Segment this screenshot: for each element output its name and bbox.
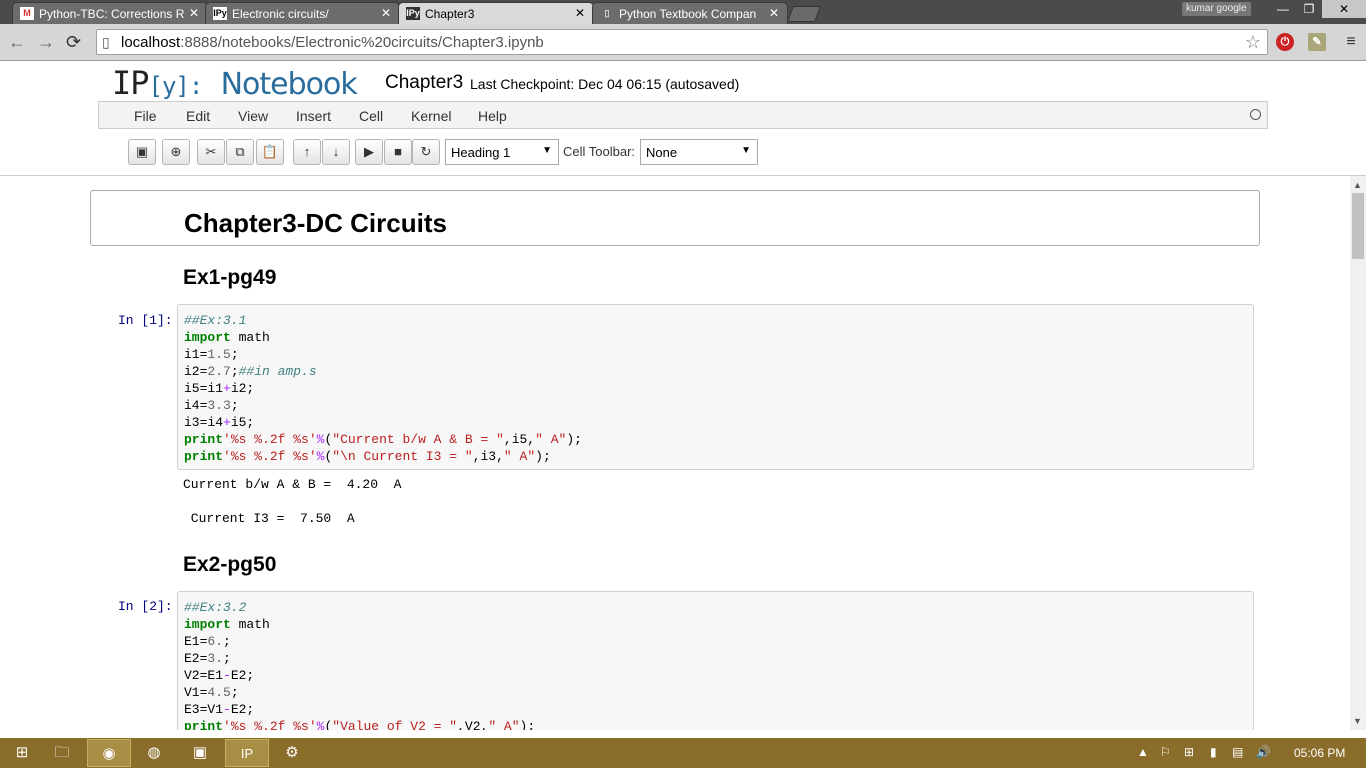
- tab-label: Electronic circuits/: [232, 7, 329, 21]
- scrollbar-thumb[interactable]: [1352, 193, 1364, 259]
- input-prompt: In [1]:: [118, 313, 173, 328]
- cell-type-value: Heading 1: [451, 145, 511, 160]
- firefox-icon[interactable]: ◍: [132, 739, 176, 767]
- reload-icon[interactable]: ⟳: [66, 32, 81, 52]
- kernel-status-icon: [1250, 109, 1261, 120]
- menu-insert[interactable]: Insert: [296, 108, 331, 124]
- copy-icon[interactable]: ⧉: [226, 139, 254, 165]
- output-line: Current b/w A & B = 4.20 A: [183, 477, 402, 492]
- windows-taskbar: ⊞ 🗀 ◉ ◍ ▣ IP ⚙ ▲ ⚐ ⊞ ▮ ▤ 🔊 05:06 PM: [0, 738, 1366, 768]
- battery-icon[interactable]: ▮: [1210, 745, 1217, 759]
- close-icon[interactable]: ✕: [189, 6, 199, 20]
- run-icon[interactable]: ▶: [355, 139, 383, 165]
- forward-icon[interactable]: →: [37, 32, 55, 52]
- new-tab-button[interactable]: [787, 6, 821, 22]
- extension-icon[interactable]: ✎: [1308, 33, 1326, 51]
- cell-type-select[interactable]: Heading 1 ▼: [445, 139, 559, 165]
- tab-label: Python Textbook Compan: [619, 7, 757, 21]
- scroll-down-icon[interactable]: ▼: [1353, 716, 1362, 726]
- restart-icon[interactable]: ↻: [412, 139, 440, 165]
- chevron-down-icon: ▼: [542, 145, 552, 156]
- windows-icon[interactable]: ⊞: [1184, 745, 1194, 759]
- ex1-heading: Ex1-pg49: [183, 266, 277, 289]
- bookmark-star-icon[interactable]: ☆: [1245, 32, 1261, 53]
- menu-icon[interactable]: ≡: [1342, 33, 1360, 51]
- volume-icon[interactable]: 🔊: [1256, 745, 1271, 759]
- ex2-heading: Ex2-pg50: [183, 553, 277, 576]
- menu-view[interactable]: View: [238, 108, 268, 124]
- insert-cell-icon[interactable]: ⊕: [162, 139, 190, 165]
- tab-gmail[interactable]: M Python-TBC: Corrections R ✕: [12, 2, 208, 24]
- code-cell-ex1[interactable]: ##Ex:3.1 import math i1=1.5; i2=2.7;##in…: [177, 304, 1254, 470]
- back-icon[interactable]: ←: [8, 32, 26, 52]
- gmail-icon: M: [20, 7, 34, 20]
- chapter-heading: Chapter3-DC Circuits: [184, 208, 447, 238]
- vertical-scrollbar[interactable]: ▲ ▼: [1350, 176, 1366, 730]
- clock[interactable]: 05:06 PM: [1294, 746, 1345, 760]
- input-prompt: In [2]:: [118, 599, 173, 614]
- start-icon[interactable]: ⊞: [0, 739, 44, 767]
- cell-toolbar-value: None: [646, 145, 678, 160]
- output-line: Current I3 = 7.50 A: [183, 511, 355, 526]
- network-app-icon[interactable]: ⚙: [270, 739, 314, 767]
- minimize-icon[interactable]: —: [1270, 0, 1296, 18]
- restore-icon[interactable]: ❐: [1296, 0, 1322, 18]
- heading-cell-selected[interactable]: Chapter3-DC Circuits: [90, 190, 1260, 246]
- ipython-icon: IPy: [213, 7, 227, 20]
- network-icon[interactable]: ▤: [1232, 745, 1243, 759]
- notebook-content: Chapter3-DC Circuits Ex1-pg49 In [1]: ##…: [0, 176, 1350, 730]
- page-icon: ▯: [102, 34, 110, 50]
- close-icon[interactable]: ✕: [575, 6, 585, 20]
- notebook-toolbar: ▣ ⊕ ✂ ⧉ 📋 ↑ ↓ ▶ ■ ↻ Heading 1 ▼ Cell Too…: [0, 129, 1366, 176]
- media-icon[interactable]: ▣: [178, 739, 222, 767]
- cell-toolbar-select[interactable]: None ▼: [640, 139, 758, 165]
- menu-file[interactable]: File: [134, 108, 157, 124]
- cell-toolbar-label: Cell Toolbar:: [563, 144, 636, 159]
- menu-cell[interactable]: Cell: [359, 108, 383, 124]
- window-close-icon[interactable]: ✕: [1322, 0, 1366, 18]
- save-icon[interactable]: ▣: [128, 139, 156, 165]
- ipython-icon[interactable]: IP: [225, 739, 269, 767]
- chrome-icon[interactable]: ◉: [87, 739, 131, 767]
- file-explorer-icon[interactable]: 🗀: [40, 739, 84, 767]
- chevron-down-icon: ▼: [741, 145, 751, 156]
- flag-icon[interactable]: ⚐: [1160, 745, 1171, 759]
- move-down-icon[interactable]: ↓: [322, 139, 350, 165]
- code-cell-ex2[interactable]: ##Ex:3.2 import math E1=6.; E2=3.; V2=E1…: [177, 591, 1254, 730]
- tab-python-textbook[interactable]: ▯ Python Textbook Compan ✕: [592, 2, 788, 24]
- address-bar[interactable]: ▯ localhost:8888/notebooks/Electronic%20…: [96, 29, 1268, 55]
- notebook-name[interactable]: Chapter3: [385, 72, 463, 94]
- menu-help[interactable]: Help: [478, 108, 507, 124]
- menu-kernel[interactable]: Kernel: [411, 108, 451, 124]
- page-icon: ▯: [604, 8, 610, 18]
- tray-expand-icon[interactable]: ▲: [1137, 745, 1149, 759]
- move-up-icon[interactable]: ↑: [293, 139, 321, 165]
- ipython-logo[interactable]: IP[y]: Notebook: [112, 64, 358, 102]
- notebook-menubar: File Edit View Insert Cell Kernel Help: [98, 101, 1268, 129]
- extension-stop-icon[interactable]: ⏻: [1276, 33, 1294, 51]
- ipython-icon: IPy: [406, 7, 420, 20]
- profile-button[interactable]: kumar google: [1182, 2, 1251, 16]
- stop-icon[interactable]: ■: [384, 139, 412, 165]
- checkpoint-status: Last Checkpoint: Dec 04 06:15 (autosaved…: [470, 76, 740, 92]
- tab-label: Chapter3: [425, 7, 475, 21]
- tab-label: Python-TBC: Corrections R: [39, 7, 185, 21]
- browser-titlebar: M Python-TBC: Corrections R ✕ IPy Electr…: [0, 0, 1366, 24]
- notebook-header: IP[y]: Notebook Chapter3 Last Checkpoint…: [0, 61, 1366, 102]
- close-icon[interactable]: ✕: [769, 6, 779, 20]
- cut-icon[interactable]: ✂: [197, 139, 225, 165]
- tab-chapter3[interactable]: IPy Chapter3 ✕: [398, 2, 594, 24]
- menu-edit[interactable]: Edit: [186, 108, 210, 124]
- paste-icon[interactable]: 📋: [256, 139, 284, 165]
- close-icon[interactable]: ✕: [381, 6, 391, 20]
- url-text[interactable]: localhost:8888/notebooks/Electronic%20ci…: [121, 34, 544, 51]
- browser-toolbar: ← → ⟳ ▯ localhost:8888/notebooks/Electro…: [0, 24, 1366, 61]
- tab-electronic-circuits[interactable]: IPy Electronic circuits/ ✕: [205, 2, 400, 24]
- scroll-up-icon[interactable]: ▲: [1353, 180, 1362, 190]
